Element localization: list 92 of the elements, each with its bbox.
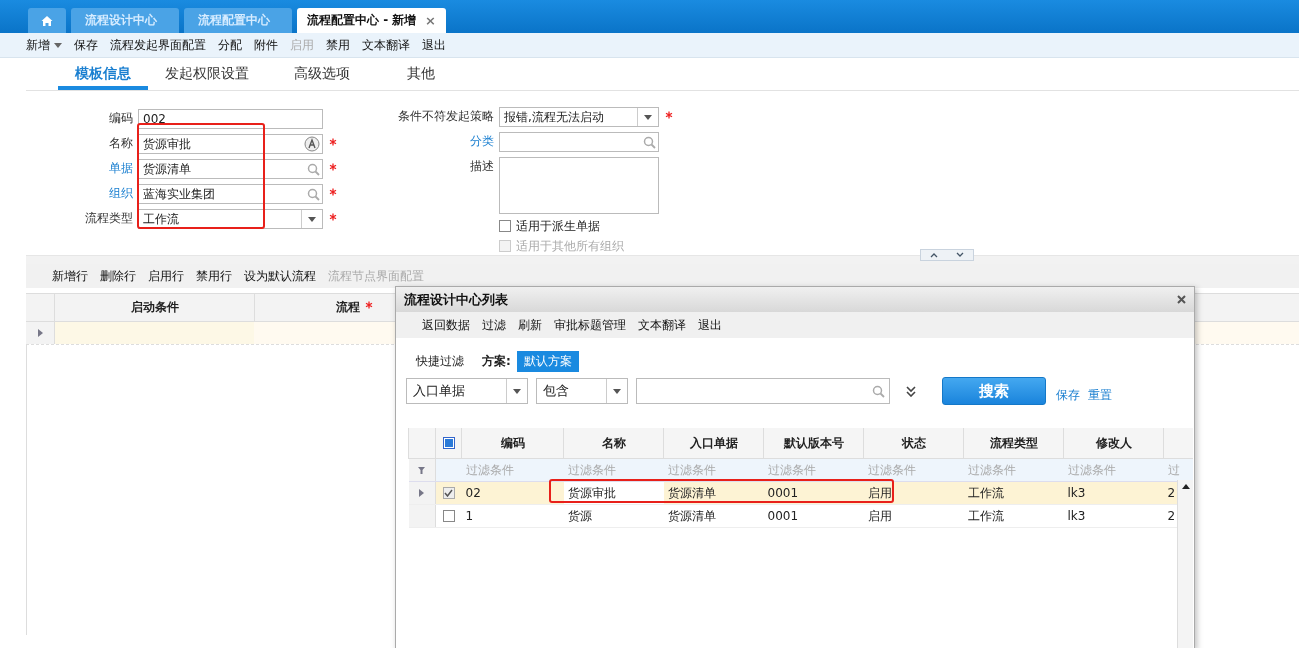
field-label: 编码 <box>108 110 134 127</box>
checkbox[interactable] <box>442 487 455 499</box>
toolbar-button[interactable]: 分配 <box>212 36 248 54</box>
expand-icon[interactable] <box>906 385 916 397</box>
column-header[interactable]: 编码 <box>461 428 564 459</box>
toolbar-button[interactable]: 文本翻译 <box>356 36 416 54</box>
scrollbar[interactable] <box>1177 480 1193 648</box>
column-header[interactable]: 状态 <box>863 428 964 459</box>
input-field[interactable]: 蓝海实业集团 <box>138 184 323 204</box>
toolbar-button[interactable]: 退出 <box>692 316 728 334</box>
checkbox-label: 适用于派生单据 <box>516 217 600 235</box>
arrow-up-icon <box>1181 484 1190 489</box>
checkbox[interactable] <box>499 220 511 232</box>
dropdown-field[interactable]: 报错,流程无法启动 <box>499 107 659 127</box>
home-tab[interactable] <box>28 8 66 33</box>
search-icon <box>643 135 656 149</box>
checkbox[interactable] <box>442 510 455 522</box>
column-header[interactable]: 修改人 <box>1063 428 1164 459</box>
toolbar-button[interactable]: 过滤 <box>476 316 512 334</box>
table-cell: 货源 <box>563 504 664 528</box>
table-cell: 货源清单 <box>663 504 764 528</box>
link[interactable]: 重置 <box>1088 386 1112 404</box>
description-field[interactable] <box>499 157 659 214</box>
checkbox-label: 适用于其他所有组织 <box>516 237 624 255</box>
field-label-link[interactable]: 组织 <box>0 184 138 202</box>
link[interactable]: 保存 <box>1056 386 1080 404</box>
field-label: 条件不符发起策略 <box>397 108 495 125</box>
field-label: 流程类型 <box>84 210 134 227</box>
table-cell: 启用 <box>863 504 964 528</box>
home-icon <box>41 14 53 27</box>
table-cell: 工作流 <box>963 504 1064 528</box>
field-label-link[interactable]: 单据 <box>0 159 138 177</box>
column-header: 启动条件 <box>54 294 254 321</box>
translate-icon <box>304 136 320 152</box>
toolbar-button[interactable]: 新增行 <box>46 267 94 285</box>
field-label: 名称 <box>108 135 134 152</box>
filter-icon <box>418 467 426 474</box>
search-icon <box>872 384 885 398</box>
search-icon <box>307 162 320 176</box>
table-cell[interactable] <box>55 322 254 344</box>
close-button[interactable]: × <box>425 13 436 28</box>
input-field[interactable]: 货源清单 <box>138 159 323 179</box>
column-header[interactable]: 默认版本号 <box>763 428 864 459</box>
toolbar-button[interactable]: 刷新 <box>512 316 548 334</box>
column-header[interactable]: 入口单据 <box>663 428 764 459</box>
toolbar-button[interactable]: 文本翻译 <box>632 316 692 334</box>
row-pointer-icon <box>419 489 425 497</box>
caret-icon <box>513 388 521 394</box>
field-label-link[interactable]: 分类 <box>380 132 499 150</box>
column-header[interactable]: 名称 <box>563 428 664 459</box>
toolbar-button[interactable]: 附件 <box>248 36 284 54</box>
toolbar-button[interactable]: 设为默认流程 <box>238 267 322 285</box>
select-all-checkbox[interactable] <box>442 437 455 449</box>
caret-icon <box>613 388 621 394</box>
chevron-down-icon <box>956 252 964 258</box>
dropdown-field[interactable]: 包含 <box>536 378 628 404</box>
toolbar-button[interactable]: 保存 <box>68 36 104 54</box>
scheme-tag[interactable]: 默认方案 <box>516 350 579 372</box>
collapse-handle[interactable] <box>920 249 974 261</box>
toolbar-button[interactable]: 删除行 <box>94 267 142 285</box>
input-field[interactable]: 货源审批 <box>138 134 323 154</box>
toolbar-button[interactable]: 流程发起界面配置 <box>104 36 212 54</box>
toolbar-button[interactable]: 禁用 <box>320 36 356 54</box>
scheme-label: 方案: <box>482 352 511 370</box>
chevron-up-icon <box>930 252 938 258</box>
input-field[interactable]: 002 <box>138 109 323 129</box>
table-cell: 0001 <box>763 504 864 528</box>
table-cell: lk3 <box>1063 504 1164 528</box>
table-cell: 1 <box>461 504 564 528</box>
section-tab[interactable]: 高级选项 <box>266 58 378 90</box>
section-tab[interactable]: 发起权限设置 <box>148 58 266 90</box>
toolbar-button[interactable]: 启用行 <box>142 267 190 285</box>
column-header[interactable]: 流程类型 <box>963 428 1064 459</box>
close-icon[interactable] <box>1177 295 1186 304</box>
search-field[interactable] <box>636 378 890 404</box>
toolbar-button[interactable]: 退出 <box>416 36 452 54</box>
section-tab[interactable]: 其他 <box>378 58 464 90</box>
app-tab[interactable]: 流程配置中心 - 新增 × <box>297 8 446 33</box>
toolbar-button[interactable]: 审批标题管理 <box>548 316 632 334</box>
check-icon <box>444 489 454 497</box>
toolbar-button[interactable]: 禁用行 <box>190 267 238 285</box>
field-label: 描述 <box>469 158 495 175</box>
section-tab[interactable]: 模板信息 <box>58 58 148 90</box>
input-field[interactable] <box>499 132 659 152</box>
dropdown-field[interactable]: 工作流 <box>138 209 323 229</box>
dropdown-field[interactable]: 入口单据 <box>406 378 528 404</box>
quick-filter-label: 快捷过滤 <box>416 352 464 370</box>
row-pointer-icon <box>37 329 43 337</box>
search-icon <box>307 187 320 201</box>
caret-icon <box>644 114 652 120</box>
toolbar-button[interactable]: 新增 <box>20 36 68 54</box>
caret-icon <box>308 216 316 222</box>
